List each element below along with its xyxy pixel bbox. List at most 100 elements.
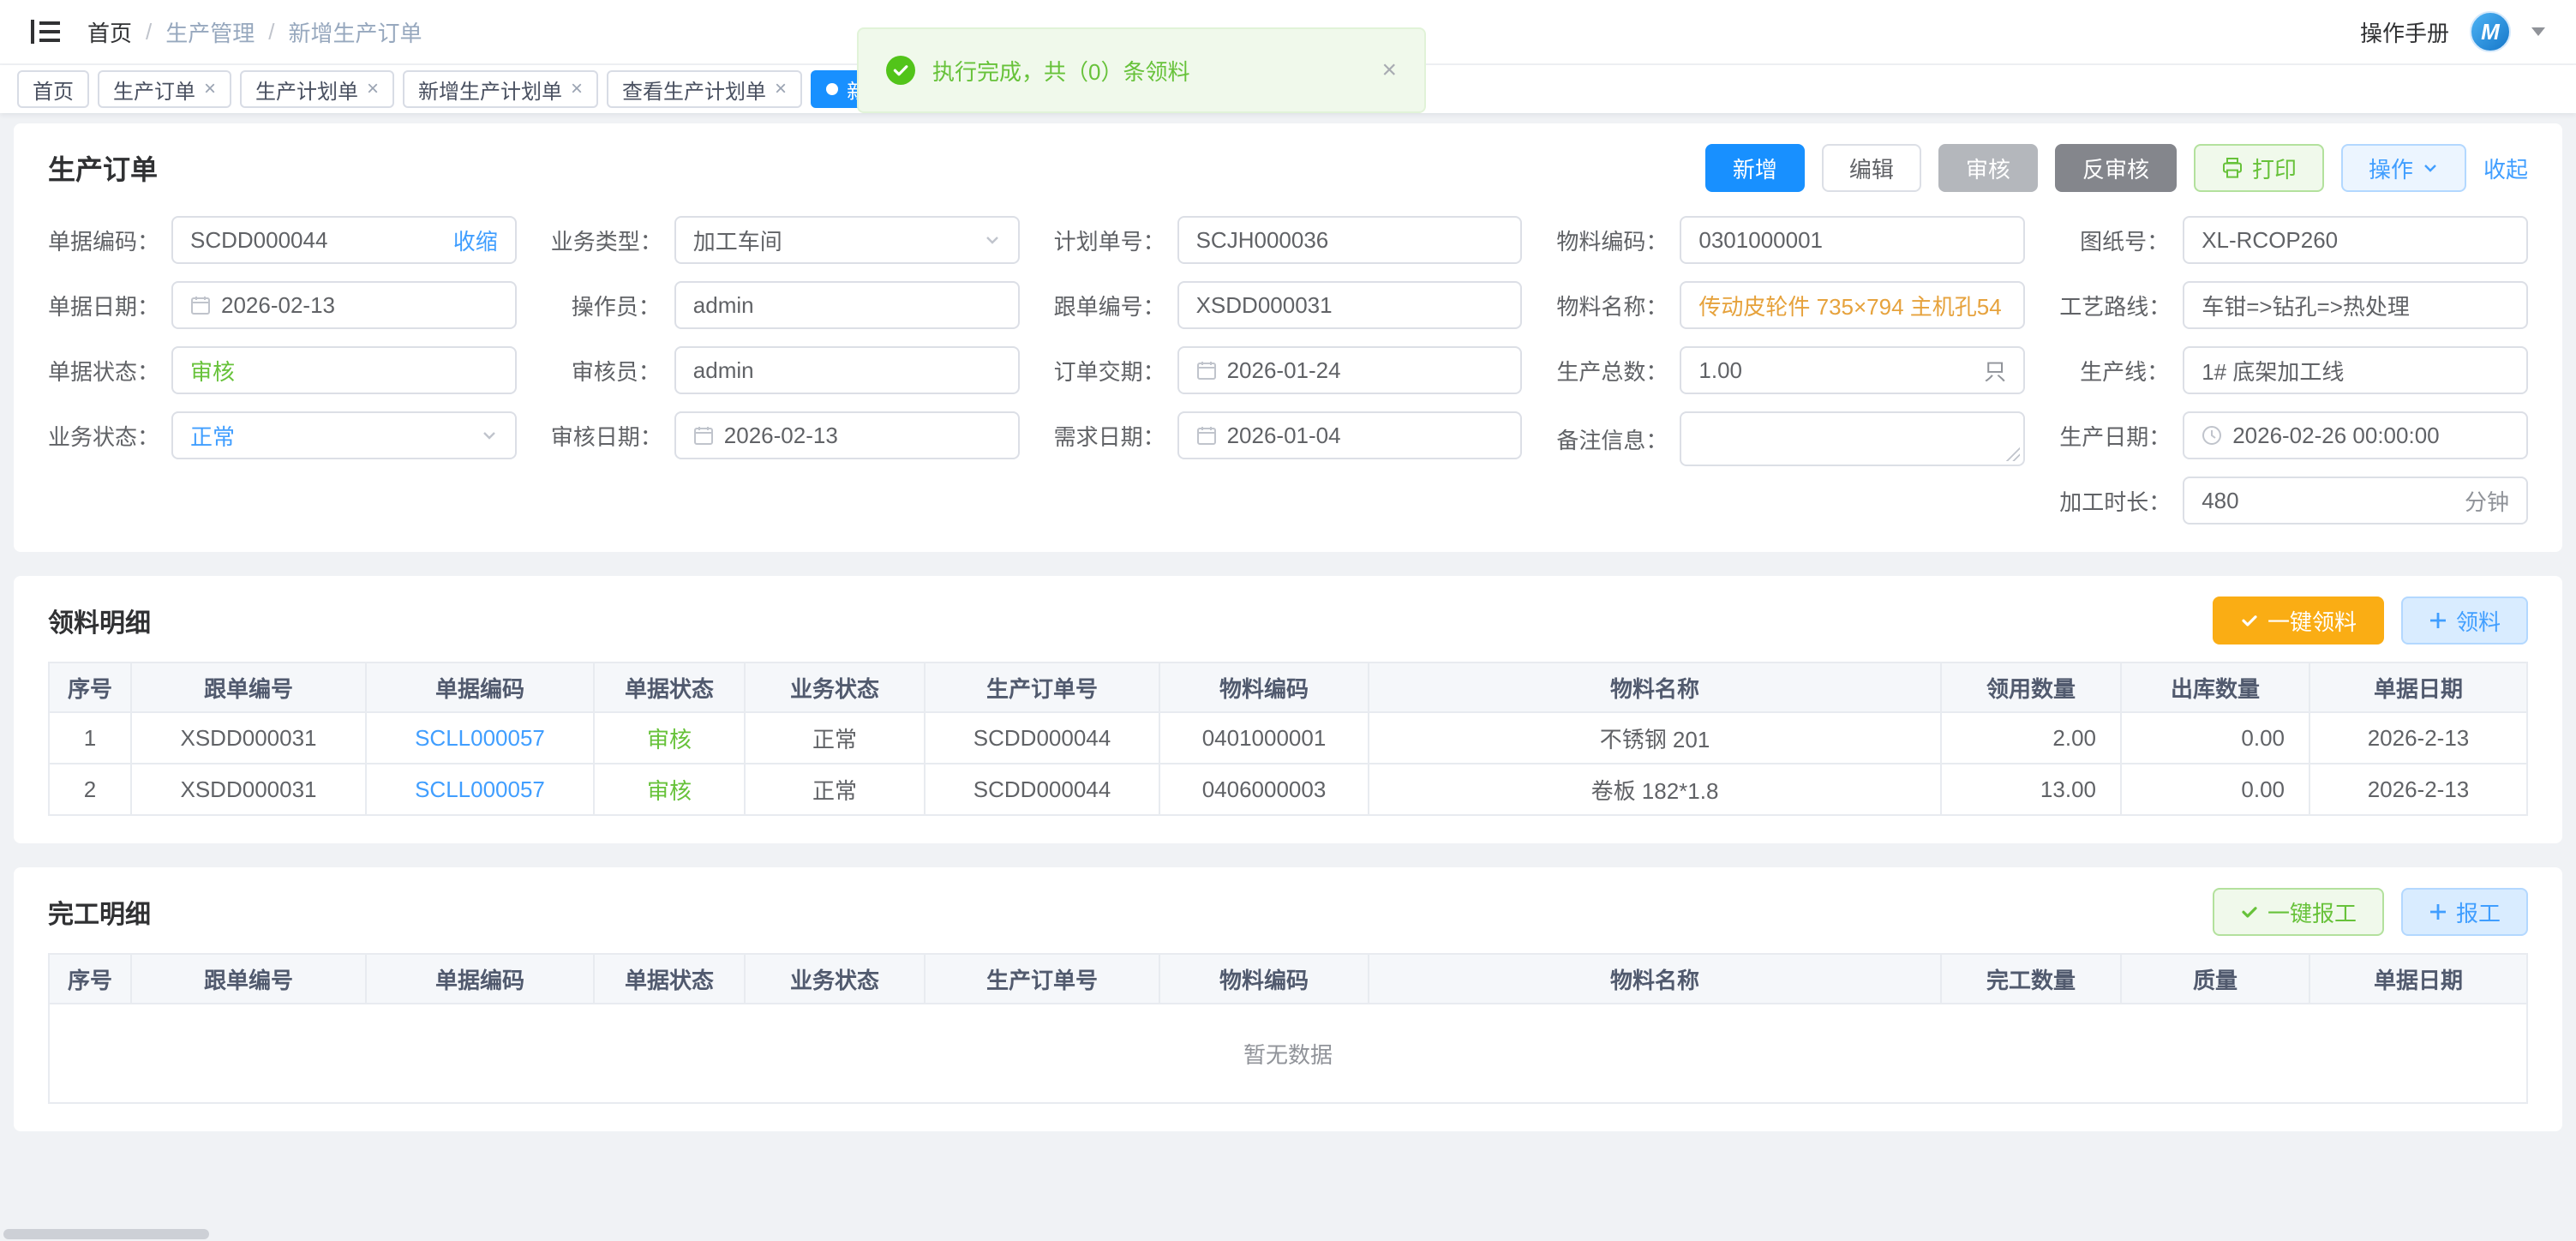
form-column-2: 业务类型： 加工车间 操作员： admin — [551, 216, 1054, 525]
field-drawing-no: 图纸号： XL-RCOP260 — [2059, 216, 2528, 264]
tab-close-icon[interactable]: × — [367, 79, 379, 99]
manual-link[interactable]: 操作手册 — [2360, 16, 2449, 48]
doc-status-value: 审核 — [190, 355, 235, 387]
add-button[interactable]: 新增 — [1705, 144, 1805, 192]
follow-no-input[interactable]: XSDD000031 — [1177, 281, 1523, 329]
pick-button[interactable]: 领料 — [2401, 597, 2528, 644]
material-code-input[interactable]: 0301000001 — [1680, 216, 2025, 264]
audit-date-picker[interactable]: 2026-02-13 — [674, 411, 1020, 459]
remark-textarea[interactable] — [1680, 411, 2025, 466]
biz-type-select[interactable]: 加工车间 — [674, 216, 1020, 264]
tab-view-production-plan[interactable]: 查看生产计划单 × — [607, 70, 802, 108]
user-menu-caret-icon[interactable] — [2531, 27, 2545, 36]
unaudit-button[interactable]: 反审核 — [2055, 144, 2177, 192]
menu-collapse-icon[interactable] — [31, 19, 60, 45]
doc-date-value: 2026-02-13 — [221, 292, 335, 319]
toast-close-icon[interactable]: × — [1381, 57, 1397, 83]
tab-close-icon[interactable]: × — [571, 79, 583, 99]
drawing-no-input[interactable]: XL-RCOP260 — [2183, 216, 2528, 264]
total-qty-input[interactable]: 1.00 只 — [1680, 346, 2025, 394]
field-process-duration: 加工时长： 480 分钟 — [2059, 477, 2528, 525]
field-delivery-date: 订单交期： 2026-01-24 — [1054, 346, 1523, 394]
operator-input[interactable]: admin — [674, 281, 1020, 329]
production-line-input[interactable]: 1# 底架加工线 — [2183, 346, 2528, 394]
doc-date-picker[interactable]: 2026-02-13 — [171, 281, 517, 329]
toast-message: 执行完成，共（0）条领料 — [932, 55, 1189, 87]
field-follow-no: 跟单编号： XSDD000031 — [1054, 281, 1523, 329]
report-button[interactable]: 报工 — [2401, 888, 2528, 936]
table-row[interactable]: 2 XSDD000031 SCLL000057 审核 正常 SCDD000044… — [49, 764, 2527, 815]
field-operator: 操作员： admin — [551, 281, 1020, 329]
resize-grip-icon[interactable] — [2004, 446, 2020, 461]
column-header: 领用数量 — [1941, 662, 2121, 712]
field-label: 业务状态： — [48, 420, 171, 452]
quick-report-button[interactable]: 一键报工 — [2213, 888, 2384, 936]
operate-dropdown-button[interactable]: 操作 — [2341, 144, 2466, 192]
breadcrumb-home[interactable]: 首页 — [87, 16, 132, 48]
navbar-right: 操作手册 M — [2360, 11, 2545, 52]
process-duration-input[interactable]: 480 分钟 — [2183, 477, 2528, 525]
plan-no-input[interactable]: SCJH000036 — [1177, 216, 1523, 264]
field-label: 生产总数： — [1556, 355, 1680, 387]
biz-status-select[interactable]: 正常 — [171, 411, 517, 459]
material-detail-panel: 领料明细 一键领料 领料 — [14, 576, 2562, 843]
column-header: 物料名称 — [1369, 662, 1941, 712]
production-line-value: 1# 底架加工线 — [2202, 355, 2344, 387]
unaudit-button-label: 反审核 — [2082, 153, 2149, 184]
doc-code-link[interactable]: SCLL000057 — [366, 712, 594, 764]
field-label: 订单交期： — [1054, 355, 1177, 387]
drawing-no-value: XL-RCOP260 — [2202, 227, 2338, 254]
demand-date-picker[interactable]: 2026-01-04 — [1177, 411, 1523, 459]
field-doc-code: 单据编码： SCDD000044 收缩 — [48, 216, 517, 264]
quick-pick-button[interactable]: 一键领料 — [2213, 597, 2384, 644]
doc-status-input[interactable]: 审核 — [171, 346, 517, 394]
success-toast: 执行完成，共（0）条领料 × — [857, 27, 1426, 113]
tab-add-production-plan[interactable]: 新增生产计划单 × — [403, 70, 598, 108]
tab-production-order[interactable]: 生产订单 × — [98, 70, 231, 108]
breadcrumb: 首页 / 生产管理 / 新增生产订单 — [87, 16, 422, 48]
field-label: 单据状态： — [48, 355, 171, 387]
breadcrumb-production-mgmt[interactable]: 生产管理 — [165, 16, 255, 48]
doc-code-input[interactable]: SCDD000044 收缩 — [171, 216, 517, 264]
shrink-link[interactable]: 收缩 — [453, 225, 498, 256]
completion-table: 序号 跟单编号 单据编码 单据状态 业务状态 生产订单号 物料编码 物料名称 完… — [48, 953, 2528, 1104]
material-code-value: 0301000001 — [1698, 227, 1823, 254]
cell-material-code: 0401000001 — [1159, 712, 1369, 764]
cell-pick-qty: 13.00 — [1941, 764, 2121, 815]
main-content: 生产订单 新增 编辑 审核 反审核 打印 — [0, 113, 2576, 1131]
field-demand-date: 需求日期： 2026-01-04 — [1054, 411, 1523, 459]
process-route-value: 车钳=>钻孔=>热处理 — [2202, 290, 2410, 321]
horizontal-scrollbar-thumb[interactable] — [3, 1229, 209, 1239]
tab-close-icon[interactable]: × — [204, 79, 216, 99]
field-audit-date: 审核日期： 2026-02-13 — [551, 411, 1020, 459]
breadcrumb-separator: / — [268, 19, 274, 45]
avatar[interactable]: M — [2470, 11, 2511, 52]
tab-close-icon[interactable]: × — [775, 79, 787, 99]
cell-seq: 2 — [49, 764, 131, 815]
quick-pick-label: 一键领料 — [2267, 605, 2357, 637]
process-route-input[interactable]: 车钳=>钻孔=>热处理 — [2183, 281, 2528, 329]
process-duration-value: 480 — [2202, 488, 2238, 514]
column-header: 物料编码 — [1159, 662, 1369, 712]
print-button[interactable]: 打印 — [2194, 144, 2324, 192]
delivery-date-value: 2026-01-24 — [1227, 357, 1341, 384]
cell-doc-status: 审核 — [594, 712, 745, 764]
material-name-input[interactable]: 传动皮轮件 735×794 主机孔54 — [1680, 281, 2025, 329]
tab-home[interactable]: 首页 — [17, 70, 89, 108]
tab-production-plan[interactable]: 生产计划单 × — [240, 70, 394, 108]
collapse-panel-link[interactable]: 收起 — [2483, 153, 2528, 184]
table-row[interactable]: 1 XSDD000031 SCLL000057 审核 正常 SCDD000044… — [49, 712, 2527, 764]
column-header: 跟单编号 — [131, 954, 366, 1004]
column-header: 单据日期 — [2309, 662, 2527, 712]
edit-button[interactable]: 编辑 — [1822, 144, 1921, 192]
process-duration-unit: 分钟 — [2465, 485, 2509, 517]
field-biz-type: 业务类型： 加工车间 — [551, 216, 1020, 264]
doc-code-link[interactable]: SCLL000057 — [366, 764, 594, 815]
delivery-date-picker[interactable]: 2026-01-24 — [1177, 346, 1523, 394]
field-doc-date: 单据日期： 2026-02-13 — [48, 281, 517, 329]
production-date-picker[interactable]: 2026-02-26 00:00:00 — [2183, 411, 2528, 459]
chevron-down-icon — [2422, 159, 2439, 177]
material-section-header: 领料明细 一键领料 领料 — [48, 597, 2528, 644]
auditor-value: admin — [693, 357, 754, 384]
auditor-input[interactable]: admin — [674, 346, 1020, 394]
